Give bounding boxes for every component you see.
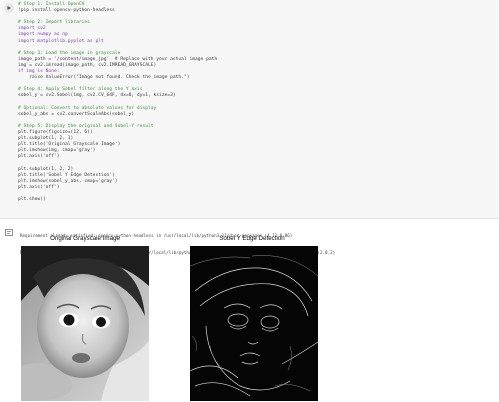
figure-title-left: Original Grayscale Image [50,235,120,242]
run-cell-button[interactable] [4,3,14,13]
code-cell[interactable]: # Step 1: Install OpenCV !pip install ope… [0,0,499,219]
original-grayscale-image [21,246,149,401]
code-editor[interactable]: # Step 1: Install OpenCV !pip install ope… [18,2,217,203]
cell-output: Requirement already satisfied: opencv-py… [0,219,499,402]
play-icon [6,5,12,11]
figure-title-right: Sobel Y Edge Detection [219,235,285,242]
code-line: raise ValueError("Image not found. Check… [18,75,190,81]
sobel-y-edge-image [190,246,318,401]
code-line: plt.show() [18,197,46,202]
